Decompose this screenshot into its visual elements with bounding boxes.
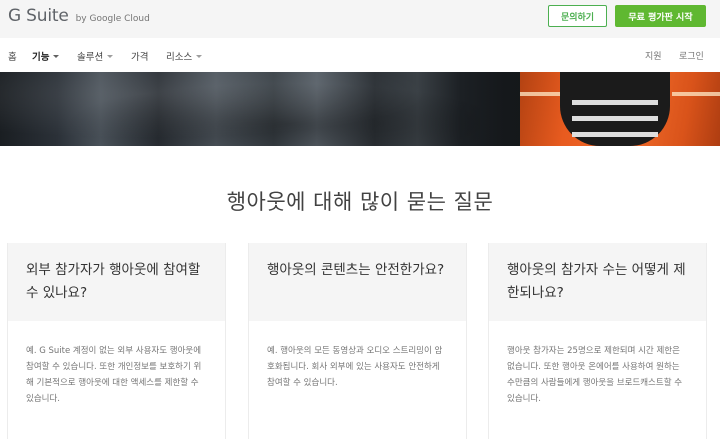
hero-shirt-stripe [572,100,658,105]
nav-item-pricing[interactable]: 가격 [131,49,148,63]
faq-answer: 예. G Suite 계정이 없는 외부 사용자도 행아웃에 참여할 수 있습니… [26,346,202,404]
faq-question: 행아웃의 콘텐츠는 안전한가요? [267,262,445,278]
nav-item-label: 홈 [8,52,17,63]
faq-card: 행아웃의 참가자 수는 어떻게 제한되나요? 행아웃 참가자는 25명으로 제한… [488,243,707,439]
hero-shirt-stripe [572,116,658,121]
faq-section-title: 행아웃에 대해 많이 묻는 질문 [226,190,494,214]
nav-item-label: 가격 [131,52,149,63]
faq-card: 행아웃의 콘텐츠는 안전한가요? 예. 행아웃의 모든 동영상과 오디오 스트리… [248,243,467,439]
chevron-down-icon [196,54,203,58]
nav-item-home[interactable]: 홈 [8,49,17,63]
chevron-down-icon [53,54,60,58]
contact-button[interactable]: 문의하기 [548,5,607,27]
brand-subtitle: by Google Cloud [75,14,150,24]
hero-shirt-stripe [572,132,658,137]
faq-card-body: 예. G Suite 계정이 없는 외부 사용자도 행아웃에 참여할 수 있습니… [8,321,225,407]
nav-item-login[interactable]: 로그인 [679,49,704,62]
faq-answer: 행아웃 참가자는 25명으로 제한되며 시간 제한은 없습니다. 또한 행아웃 … [507,346,683,404]
nav-item-resources[interactable]: 리소스 [166,49,203,63]
faq-question: 행아웃의 참가자 수는 어떻게 제한되나요? [507,262,686,301]
hero-banner-image [0,72,720,146]
faq-card-body: 예. 행아웃의 모든 동영상과 오디오 스트리밍이 암호화됩니다. 회사 외부에… [249,321,466,391]
nav-item-features[interactable]: 기능 [32,49,60,63]
main-nav: 홈 기능 솔루션 가격 리소스 지원 로그인 [0,38,720,72]
hero-vest-stripe [672,92,720,96]
brand-name: G Suite [8,6,69,26]
faq-card-body: 행아웃 참가자는 25명으로 제한되며 시간 제한은 없습니다. 또한 행아웃 … [489,321,706,407]
hero-background [0,72,480,146]
faq-card: 외부 참가자가 행아웃에 참여할 수 있나요? 예. G Suite 계정이 없… [7,243,226,439]
nav-item-support[interactable]: 지원 [645,49,662,62]
brand-logo[interactable]: G Suite by Google Cloud [8,6,150,26]
top-header: G Suite by Google Cloud 문의하기 무료 평가판 시작 [0,0,720,38]
faq-question: 외부 참가자가 행아웃에 참여할 수 있나요? [26,262,201,301]
nav-item-solutions[interactable]: 솔루션 [77,49,114,63]
start-trial-button[interactable]: 무료 평가판 시작 [615,5,706,27]
faq-card-header: 외부 참가자가 행아웃에 참여할 수 있나요? [8,243,225,321]
faq-card-header: 행아웃의 콘텐츠는 안전한가요? [249,243,466,321]
chevron-down-icon [107,54,114,58]
faq-card-header: 행아웃의 참가자 수는 어떻게 제한되나요? [489,243,706,321]
nav-item-label: 솔루션 [77,52,104,63]
hero-vest-stripe [520,92,565,96]
faq-answer: 예. 행아웃의 모든 동영상과 오디오 스트리밍이 암호화됩니다. 회사 외부에… [267,346,443,388]
nav-item-label: 기능 [32,52,50,63]
nav-item-label: 리소스 [166,52,193,63]
